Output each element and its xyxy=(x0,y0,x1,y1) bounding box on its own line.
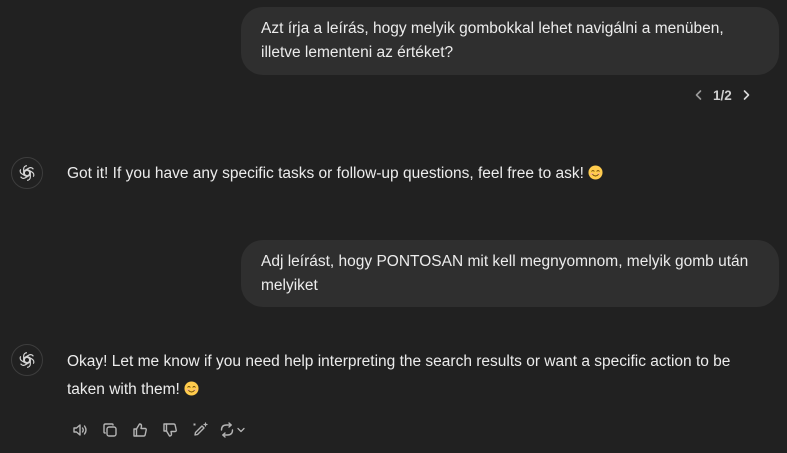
user-message-text: Adj leírást, hogy PONTOSAN mit kell megn… xyxy=(261,253,749,294)
openai-logo-icon xyxy=(18,352,36,368)
thumbs-down-icon xyxy=(163,423,177,437)
chevron-down-icon xyxy=(237,427,245,433)
copy-icon xyxy=(103,423,117,437)
smiling-face-emoji xyxy=(588,165,603,180)
regenerate-button[interactable] xyxy=(215,418,249,442)
message-action-bar xyxy=(65,418,249,442)
assistant-avatar xyxy=(11,344,43,376)
regenerate-icon xyxy=(220,422,234,438)
good-response-button[interactable] xyxy=(125,418,155,442)
chevron-right-icon xyxy=(743,90,750,100)
previous-version-button[interactable] xyxy=(688,84,710,106)
thumbs-up-icon xyxy=(133,423,147,437)
openai-logo-icon xyxy=(18,165,36,181)
copy-button[interactable] xyxy=(95,418,125,442)
assistant-avatar xyxy=(11,157,43,189)
read-aloud-icon xyxy=(73,424,87,436)
bad-response-button[interactable] xyxy=(155,418,185,442)
user-message-bubble: Azt írja a leírás, hogy melyik gombokkal… xyxy=(241,7,779,75)
user-message-text: Azt írja a leírás, hogy melyik gombokkal… xyxy=(261,20,724,61)
chevron-left-icon xyxy=(695,90,702,100)
response-pager: 1/2 xyxy=(688,82,757,108)
edit-sparkle-icon xyxy=(193,422,208,436)
read-aloud-button[interactable] xyxy=(65,418,95,442)
assistant-message-text: Okay! Let me know if you need help inter… xyxy=(67,353,731,398)
chat-conversation: Azt írja a leírás, hogy melyik gombokkal… xyxy=(0,0,787,453)
next-version-button[interactable] xyxy=(735,84,757,106)
smiling-face-emoji xyxy=(184,381,199,396)
version-counter: 1/2 xyxy=(713,87,732,103)
assistant-message: Okay! Let me know if you need help inter… xyxy=(67,348,767,404)
user-message-bubble: Adj leírást, hogy PONTOSAN mit kell megn… xyxy=(241,240,779,307)
assistant-message-text: Got it! If you have any specific tasks o… xyxy=(67,165,584,182)
assistant-message: Got it! If you have any specific tasks o… xyxy=(67,162,767,186)
edit-in-canvas-button[interactable] xyxy=(185,418,215,442)
